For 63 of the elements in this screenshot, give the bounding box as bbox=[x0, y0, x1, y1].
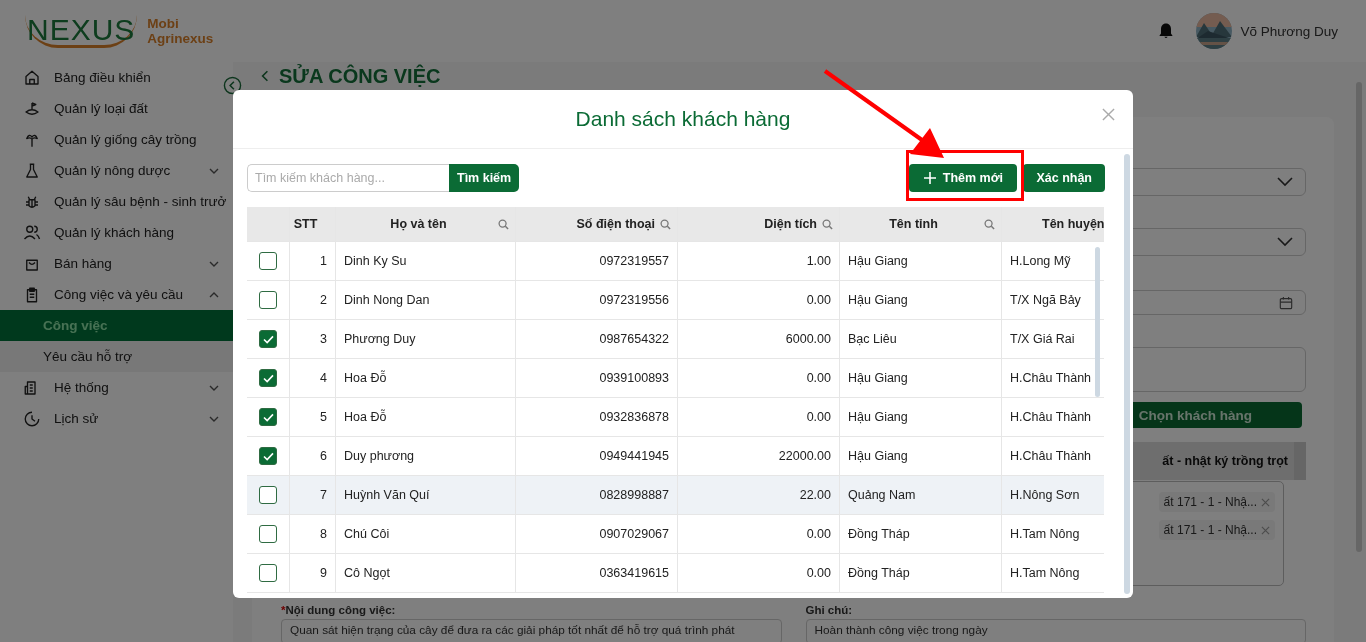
page-title: SỬA CÔNG VIỆC bbox=[279, 64, 441, 88]
table-cell-text: H.Châu Thành bbox=[1009, 448, 1093, 465]
table-cell: Hậu Giang bbox=[840, 398, 1002, 436]
table-cell: 0.00 bbox=[678, 554, 840, 592]
table-cell: Chú Côi bbox=[336, 515, 516, 553]
dialog-title: Danh sách khách hàng bbox=[575, 107, 791, 131]
table-cell: 22000.00 bbox=[678, 437, 840, 475]
app-name: Mobi bbox=[147, 16, 180, 31]
table-cell-text: T/X Giá Rai bbox=[1009, 331, 1076, 348]
table-cell: Bạc Liêu bbox=[840, 320, 1002, 358]
table-cell: 0987654322 bbox=[516, 320, 678, 358]
table-cell: 6 bbox=[290, 437, 336, 475]
table-cell: Quảng Nam bbox=[840, 476, 1002, 514]
logo-mark: NEXUS bbox=[25, 14, 138, 48]
table-cell: 9 bbox=[290, 554, 336, 592]
table-cell: 0932836878 bbox=[516, 398, 678, 436]
table-cell: Hoa Đỗ bbox=[336, 359, 516, 397]
table-cell: Dinh Nong Dan bbox=[336, 281, 516, 319]
table-cell: 6000.00 bbox=[678, 320, 840, 358]
tag: ất 171 - 1 - Nhậ... bbox=[1158, 520, 1275, 540]
table-cell: 8 bbox=[290, 515, 336, 553]
table-cell: 0949441945 bbox=[516, 437, 678, 475]
table-cell-text: H.Long Mỹ bbox=[1009, 253, 1072, 270]
table-cell: 1 bbox=[290, 242, 336, 280]
table-cell: Duy phương bbox=[336, 437, 516, 475]
table-cell: 0.00 bbox=[678, 398, 840, 436]
table-cell-text: T/X Ngã Bảy bbox=[1009, 292, 1082, 309]
table-cell: Huỳnh Văn Quí bbox=[336, 476, 516, 514]
field-label: *Nội dung công việc: bbox=[281, 604, 397, 616]
table-cell: 2 bbox=[290, 281, 336, 319]
table-cell: 3 bbox=[290, 320, 336, 358]
field-label: Ghi chú: bbox=[805, 604, 854, 616]
table-cell: Hoa Đỗ bbox=[336, 398, 516, 436]
table-cell: Hậu Giang bbox=[840, 359, 1002, 397]
table-cell-text: H.Châu Thành bbox=[1009, 370, 1093, 387]
table-cell: Cô Ngọt bbox=[336, 554, 516, 592]
table-cell: Hậu Giang bbox=[840, 281, 1002, 319]
table-cell-text: H.Tam Nông bbox=[1009, 526, 1081, 543]
table-cell: Phương Duy bbox=[336, 320, 516, 358]
table-cell-text: H.Nông Sơn bbox=[1009, 487, 1081, 504]
table-cell: 0828998887 bbox=[516, 476, 678, 514]
table-cell: Đồng Tháp bbox=[840, 554, 1002, 592]
table-cell-text: H.Tam Nông bbox=[1009, 565, 1081, 582]
table-cell: 4 bbox=[290, 359, 336, 397]
table-cell: 0.00 bbox=[678, 281, 840, 319]
table-cell: 22.00 bbox=[678, 476, 840, 514]
table-cell: 5 bbox=[290, 398, 336, 436]
table-cell: 0363419615 bbox=[516, 554, 678, 592]
table-cell: 0939100893 bbox=[516, 359, 678, 397]
table-cell: 0972319556 bbox=[516, 281, 678, 319]
table-cell: Dinh Ky Su bbox=[336, 242, 516, 280]
table-cell: 1.00 bbox=[678, 242, 840, 280]
table-cell: 0.00 bbox=[678, 515, 840, 553]
table-cell: Hậu Giang bbox=[840, 437, 1002, 475]
table-cell-text: H.Châu Thành bbox=[1009, 409, 1093, 426]
app-name: Agrinexus bbox=[147, 31, 214, 46]
table-cell: Đồng Tháp bbox=[840, 515, 1002, 553]
tag: ất 171 - 1 - Nhậ... bbox=[1158, 492, 1275, 512]
table-cell: 0.00 bbox=[678, 359, 840, 397]
table-cell: 7 bbox=[290, 476, 336, 514]
table-cell: 0972319557 bbox=[516, 242, 678, 280]
table-cell: Hậu Giang bbox=[840, 242, 1002, 280]
table-cell: 0907029067 bbox=[516, 515, 678, 553]
